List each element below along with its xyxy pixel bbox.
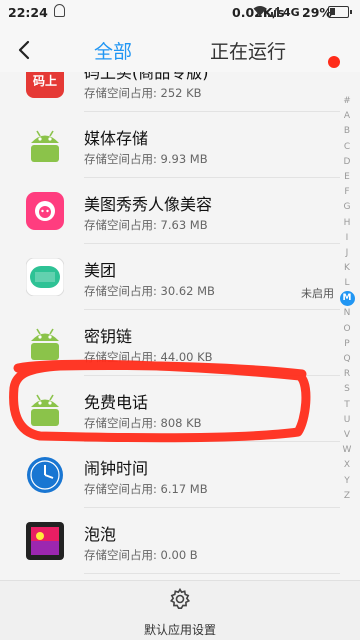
list-item[interactable]: 码上 码上买(商品专版) 存储空间占用: 252 KB — [0, 72, 340, 112]
app-name: 码上买(商品专版) — [84, 72, 209, 82]
default-app-settings-button[interactable]: 默认应用设置 — [120, 585, 240, 637]
index-letter-i[interactable]: I — [334, 231, 360, 246]
app-name: 闹钟时间 — [84, 459, 149, 478]
index-letter-n[interactable]: N — [334, 306, 360, 321]
android-icon — [26, 126, 64, 164]
app-name: 泡泡 — [84, 525, 117, 544]
tab-running[interactable]: 正在运行 — [210, 37, 286, 64]
app-list[interactable]: 码上 码上买(商品专版) 存储空间占用: 252 KB 媒体存储 存储空间占用:… — [0, 72, 360, 580]
top-bar: 全部 正在运行 — [0, 26, 360, 72]
app-size: 存储空间占用: 9.93 MB — [84, 152, 208, 166]
index-letter-q[interactable]: Q — [334, 352, 360, 367]
status-time: 22:24 — [8, 5, 48, 20]
index-letter-k[interactable]: K — [334, 261, 360, 276]
android-icon — [26, 324, 64, 362]
app-name: 美团 — [84, 261, 117, 280]
index-letter-hash[interactable]: # — [334, 94, 360, 109]
wifi-icon — [253, 5, 267, 20]
index-letter-p[interactable]: P — [334, 337, 360, 352]
clock-icon — [26, 456, 64, 494]
index-letter-g[interactable]: G — [334, 200, 360, 215]
index-letter-u[interactable]: U — [334, 413, 360, 428]
settings-label: 默认应用设置 — [143, 623, 216, 637]
app-size: 存储空间占用: 0.00 B — [84, 548, 198, 562]
mashangmai-icon: 码上 — [26, 72, 64, 98]
app-size: 存储空间占用: 30.62 MB — [84, 284, 215, 298]
signal-icon — [268, 7, 281, 17]
alphabet-index[interactable]: # A B C D E F G H I J K L M N O P Q R S T U V W X Y Z — [334, 94, 360, 504]
network-type: 4G — [283, 6, 300, 19]
index-letter-b[interactable]: B — [334, 124, 360, 139]
red-dot-annotation — [328, 56, 340, 68]
svg-text:码上: 码上 — [33, 73, 57, 88]
bottom-bar: 默认应用设置 — [0, 580, 360, 640]
app-size: 存储空间占用: 6.17 MB — [84, 482, 208, 496]
meituan-icon — [25, 257, 65, 297]
app-name: 媒体存储 — [84, 129, 149, 148]
index-letter-m[interactable]: M — [339, 291, 355, 307]
app-size: 存储空间占用: 808 KB — [84, 416, 202, 430]
index-letter-s[interactable]: S — [334, 382, 360, 397]
index-letter-f[interactable]: F — [334, 185, 360, 200]
tab-all[interactable]: 全部 — [94, 37, 132, 64]
back-arrow-icon — [18, 40, 30, 60]
index-letter-t[interactable]: T — [334, 398, 360, 413]
paopao-icon — [26, 522, 64, 560]
app-name: 免费电话 — [84, 393, 149, 412]
index-letter-d[interactable]: D — [334, 155, 360, 170]
index-letter-w[interactable]: W — [334, 443, 360, 458]
list-item[interactable]: 美团 存储空间占用: 30.62 MB 未启用 — [0, 244, 340, 310]
list-item[interactable]: 密钥链 存储空间占用: 44.00 KB — [0, 310, 340, 376]
app-size: 存储空间占用: 252 KB — [84, 86, 202, 100]
gear-icon — [168, 587, 192, 611]
list-item[interactable]: 媒体存储 存储空间占用: 9.93 MB — [0, 112, 340, 178]
disabled-status: 未启用 — [301, 287, 334, 300]
index-letter-l[interactable]: L — [334, 276, 360, 291]
index-letter-a[interactable]: A — [334, 109, 360, 124]
index-letter-v[interactable]: V — [334, 428, 360, 443]
index-letter-r[interactable]: R — [334, 367, 360, 382]
list-item[interactable]: 泡泡 存储空间占用: 0.00 B — [0, 508, 340, 574]
index-letter-z[interactable]: Z — [334, 489, 360, 504]
notification-icon — [54, 4, 65, 17]
status-bar: 22:24 0.02K/s 4G 29% — [0, 0, 360, 26]
index-letter-x[interactable]: X — [334, 458, 360, 473]
battery-icon — [328, 6, 352, 18]
android-icon — [26, 390, 64, 428]
index-letter-h[interactable]: H — [334, 216, 360, 231]
app-size: 存储空间占用: 7.63 MB — [84, 218, 208, 232]
index-letter-o[interactable]: O — [334, 322, 360, 337]
index-letter-c[interactable]: C — [334, 140, 360, 155]
app-size: 存储空间占用: 44.00 KB — [84, 350, 213, 364]
app-name: 密钥链 — [84, 327, 133, 346]
index-letter-e[interactable]: E — [334, 170, 360, 185]
index-letter-j[interactable]: J — [334, 246, 360, 261]
meitu-icon — [26, 192, 64, 230]
app-name: 美图秀秀人像美容 — [84, 195, 213, 214]
index-letter-y[interactable]: Y — [334, 474, 360, 489]
list-item[interactable]: 闹钟时间 存储空间占用: 6.17 MB — [0, 442, 340, 508]
list-item[interactable]: 美图秀秀人像美容 存储空间占用: 7.63 MB — [0, 178, 340, 244]
back-button[interactable] — [8, 34, 40, 66]
list-item[interactable]: 免费电话 存储空间占用: 808 KB — [0, 376, 340, 442]
